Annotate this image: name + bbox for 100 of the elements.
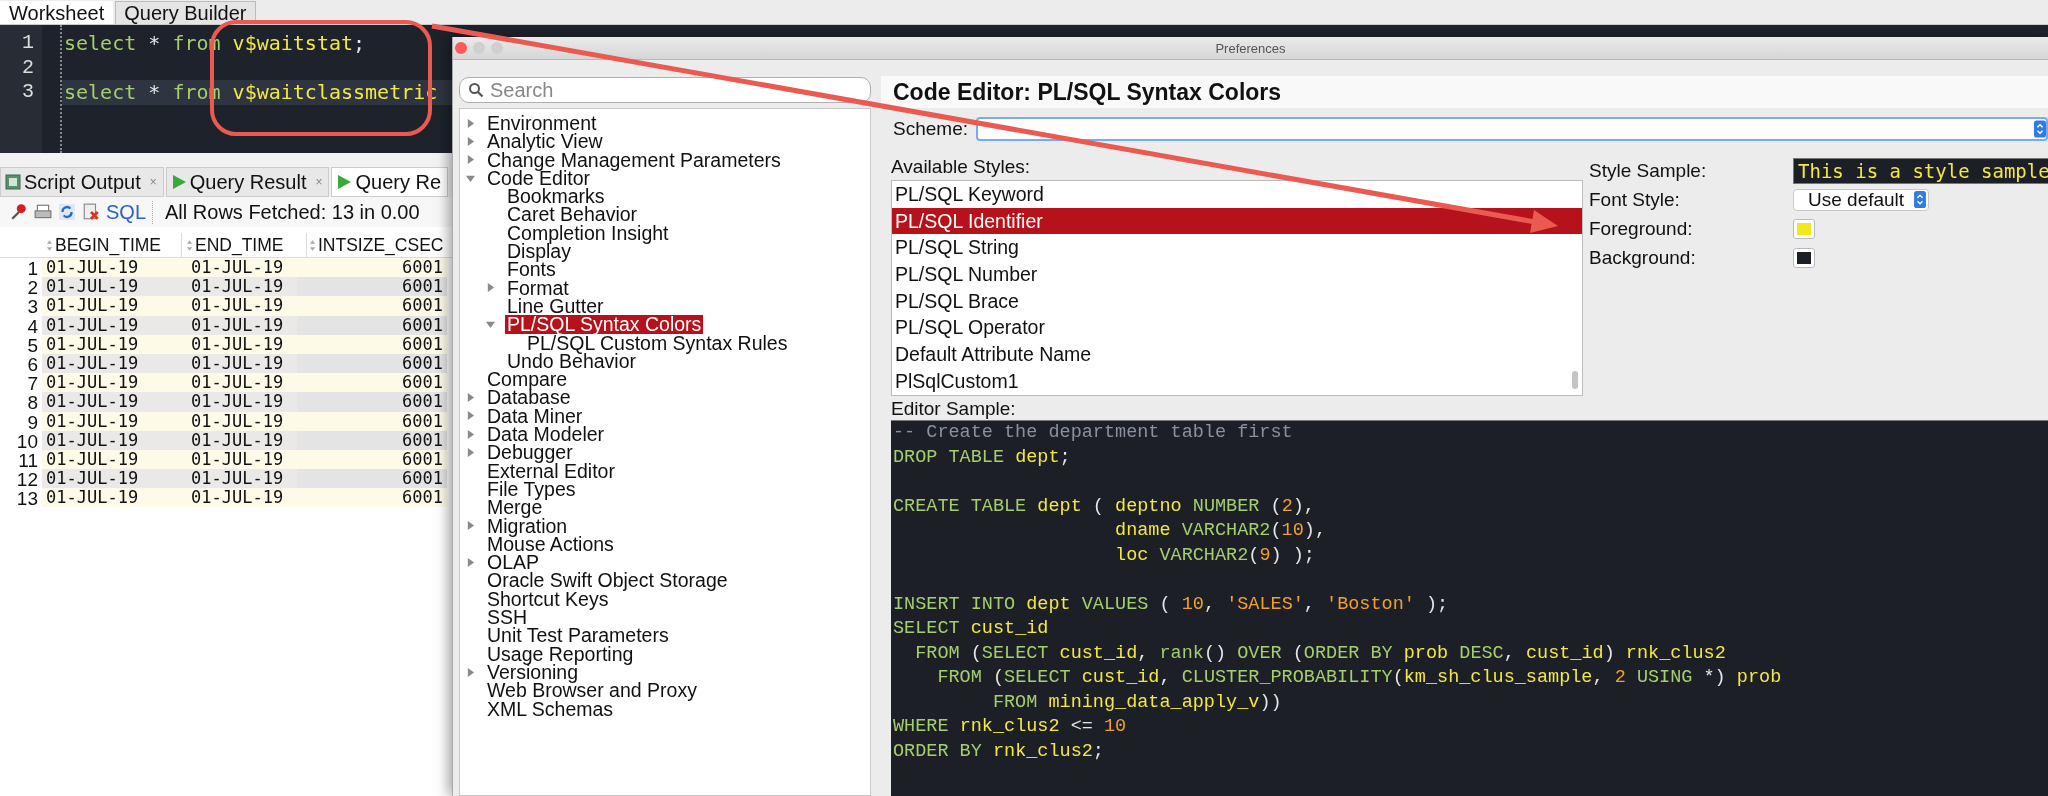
field-label: Style Sample:	[1589, 159, 1708, 182]
table-cell: 01-JUL-19	[177, 353, 297, 374]
tree-item[interactable]: Display	[505, 242, 573, 261]
list-item[interactable]: Default Attribute Name	[892, 341, 1582, 368]
tree-item[interactable]: Unit Test Parameters	[485, 626, 671, 645]
style-sample: This is a style sample	[1793, 157, 2048, 184]
tree-item[interactable]: Data Modeler	[485, 425, 607, 444]
caret-right-icon[interactable]	[466, 667, 475, 677]
table-cell: 01-JUL-19	[42, 430, 177, 450]
table-cell: 01-JUL-19	[177, 258, 297, 278]
list-item[interactable]: PL/SQL Keyword	[892, 181, 1582, 208]
sort-icon	[186, 238, 193, 252]
table-cell: 01-JUL-19	[177, 430, 297, 450]
scheme-dropdown[interactable]	[976, 117, 2048, 141]
caret-right-icon[interactable]	[466, 136, 475, 146]
sort-icon	[46, 238, 53, 252]
row-number: 3	[26, 296, 39, 316]
tree-item[interactable]: Environment	[485, 114, 599, 133]
column-header[interactable]: END_TIME	[182, 233, 307, 257]
delete-icon[interactable]	[82, 203, 100, 221]
tree-item[interactable]: File Types	[485, 479, 578, 499]
tree-item[interactable]: Compare	[485, 370, 570, 389]
tree-item[interactable]: SSH	[485, 608, 530, 627]
caret-down-icon[interactable]	[486, 319, 495, 329]
stepper-icon	[2034, 120, 2046, 138]
tree-item[interactable]: PL/SQL Syntax Colors	[505, 315, 704, 334]
list-item[interactable]: PL/SQL Brace	[892, 287, 1582, 315]
column-header[interactable]: BEGIN_TIME	[42, 233, 182, 257]
tree-item[interactable]: Oracle Swift Object Storage	[485, 571, 730, 590]
table-cell: 01-JUL-19	[177, 334, 297, 354]
play-icon	[170, 174, 187, 190]
row-number: 12	[15, 469, 39, 489]
table-cell: 6001	[297, 277, 447, 297]
scrollbar-thumb[interactable]	[1572, 371, 1578, 389]
caret-right-icon[interactable]	[466, 521, 475, 531]
refresh-icon[interactable]	[58, 203, 76, 221]
tree-item[interactable]: Completion Insight	[505, 223, 671, 243]
tree-item[interactable]: Debugger	[485, 443, 575, 462]
table-cell: 01-JUL-19	[42, 334, 177, 354]
list-item[interactable]: PL/SQL String	[892, 234, 1582, 262]
row-number: 11	[17, 449, 39, 470]
caret-right-icon[interactable]	[486, 283, 495, 293]
tree-item[interactable]: Analytic View	[485, 132, 605, 151]
tree-item[interactable]: Bookmarks	[505, 187, 607, 206]
caret-right-icon[interactable]	[466, 557, 475, 567]
field-label: Available Styles:	[891, 156, 1032, 178]
table-cell: 01-JUL-19	[177, 411, 297, 431]
caret-right-icon[interactable]	[466, 393, 475, 403]
caret-right-icon[interactable]	[466, 448, 475, 457]
sql-button[interactable]: SQL	[106, 200, 154, 224]
font-style-dropdown[interactable]: Use default	[1793, 188, 1930, 211]
tree-item[interactable]: Shortcut Keys	[485, 589, 611, 608]
list-item[interactable]: PL/SQL Identifier	[892, 207, 1582, 235]
field-label: Foreground:	[1589, 217, 1694, 240]
tree-item[interactable]: Data Miner	[485, 406, 585, 426]
code-line: WHERE rnk_clus2 <= 10	[892, 716, 1128, 739]
row-number: 7	[26, 373, 39, 393]
field-label: Scheme:	[893, 118, 968, 140]
editor-tab[interactable]: Worksheet	[0, 1, 114, 24]
pin-icon[interactable]	[10, 203, 28, 221]
table-cell: 01-JUL-19	[177, 488, 297, 508]
row-number: 9	[26, 411, 39, 431]
tree-item[interactable]: Usage Reporting	[485, 644, 636, 663]
code-line: -- Create the department table first	[892, 422, 1294, 445]
tree-item[interactable]: Caret Behavior	[505, 205, 640, 224]
row-number: 4	[26, 315, 39, 335]
table-cell: 6001	[297, 334, 447, 354]
tree-item[interactable]: OLAP	[485, 553, 542, 572]
table-cell: 6001	[297, 392, 447, 412]
caret-right-icon[interactable]	[466, 411, 475, 421]
tree-item[interactable]: PL/SQL Custom Syntax Rules	[525, 333, 790, 352]
table-cell: 6001	[297, 430, 447, 450]
print-icon[interactable]	[34, 203, 52, 221]
list-item[interactable]: PlSqlCustom1	[892, 367, 1582, 395]
code-line: loc VARCHAR2(9) );	[1114, 544, 1315, 568]
table-cell: 01-JUL-19	[177, 392, 297, 412]
close-icon[interactable]	[455, 42, 467, 54]
caret-right-icon[interactable]	[466, 429, 475, 439]
table-cell: 01-JUL-19	[177, 296, 297, 316]
result-tab[interactable]: Script Output ×	[0, 167, 164, 197]
row-number: 10	[15, 430, 39, 450]
list-item[interactable]: PL/SQL Number	[892, 261, 1582, 288]
line-number: 3	[21, 80, 35, 105]
status-text: All Rows Fetched: 13 in 0.00	[165, 200, 420, 224]
tree-item[interactable]: XML Schemas	[485, 699, 616, 718]
tree-item[interactable]: Format	[505, 278, 571, 297]
result-tab[interactable]: Query Result ×	[165, 167, 330, 197]
caret-right-icon[interactable]	[466, 118, 475, 128]
page-title: Code Editor: PL/SQL Syntax Colors	[893, 78, 1282, 106]
result-tab[interactable]: Query Re	[331, 167, 449, 197]
caret-down-icon[interactable]	[466, 173, 475, 183]
search-input[interactable]: Search	[490, 78, 862, 102]
tree-item[interactable]: Merge	[485, 498, 545, 517]
caret-right-icon[interactable]	[466, 155, 475, 165]
list-item[interactable]: PL/SQL Operator	[892, 314, 1582, 342]
code-line: DROP TABLE dept;	[892, 446, 1072, 470]
tree-item[interactable]: Line Gutter	[505, 296, 606, 316]
search-field[interactable]: Search	[459, 77, 871, 103]
tree-item[interactable]: Database	[485, 388, 573, 407]
editor-tab[interactable]: Query Builder	[115, 1, 256, 24]
